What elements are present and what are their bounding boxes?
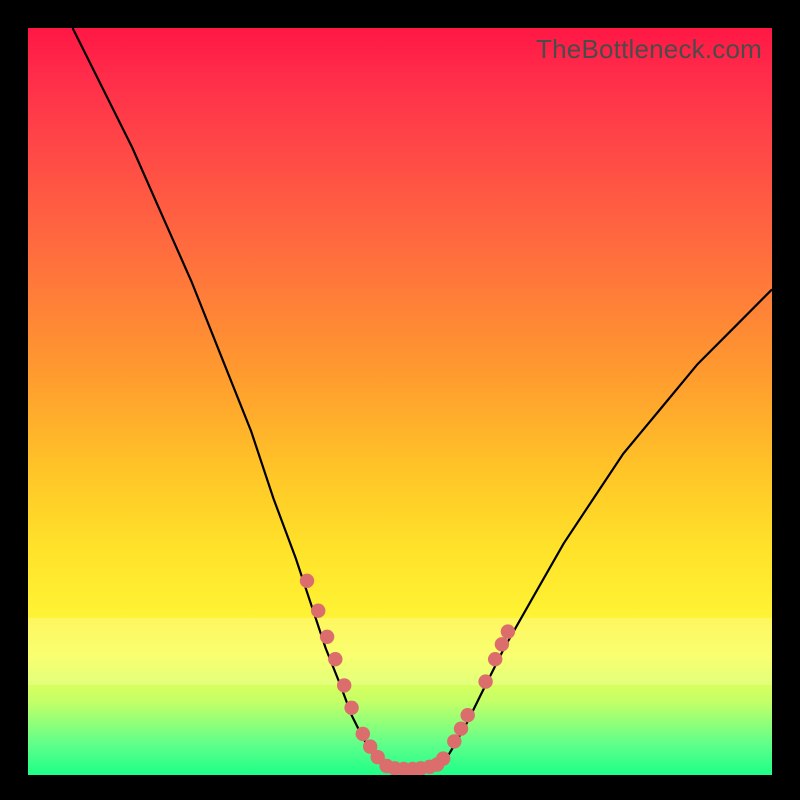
marker-dot	[436, 751, 450, 765]
marker-dot	[311, 604, 325, 618]
marker-dot	[501, 624, 515, 638]
marker-dot	[447, 734, 461, 748]
marker-dot	[320, 630, 334, 644]
marker-dot	[356, 727, 370, 741]
marker-dot	[337, 678, 351, 692]
marker-dot	[454, 722, 468, 736]
marker-dots	[300, 574, 515, 775]
marker-dot	[495, 637, 509, 651]
curve-right	[441, 289, 772, 767]
marker-dot	[328, 652, 342, 666]
frame: TheBottleneck.com	[0, 0, 800, 800]
marker-dot	[488, 652, 502, 666]
marker-dot	[478, 674, 492, 688]
chart-svg	[28, 28, 772, 775]
marker-dot	[461, 708, 475, 722]
marker-dot	[300, 574, 314, 588]
marker-dot	[344, 701, 358, 715]
plot-area: TheBottleneck.com	[28, 28, 772, 775]
